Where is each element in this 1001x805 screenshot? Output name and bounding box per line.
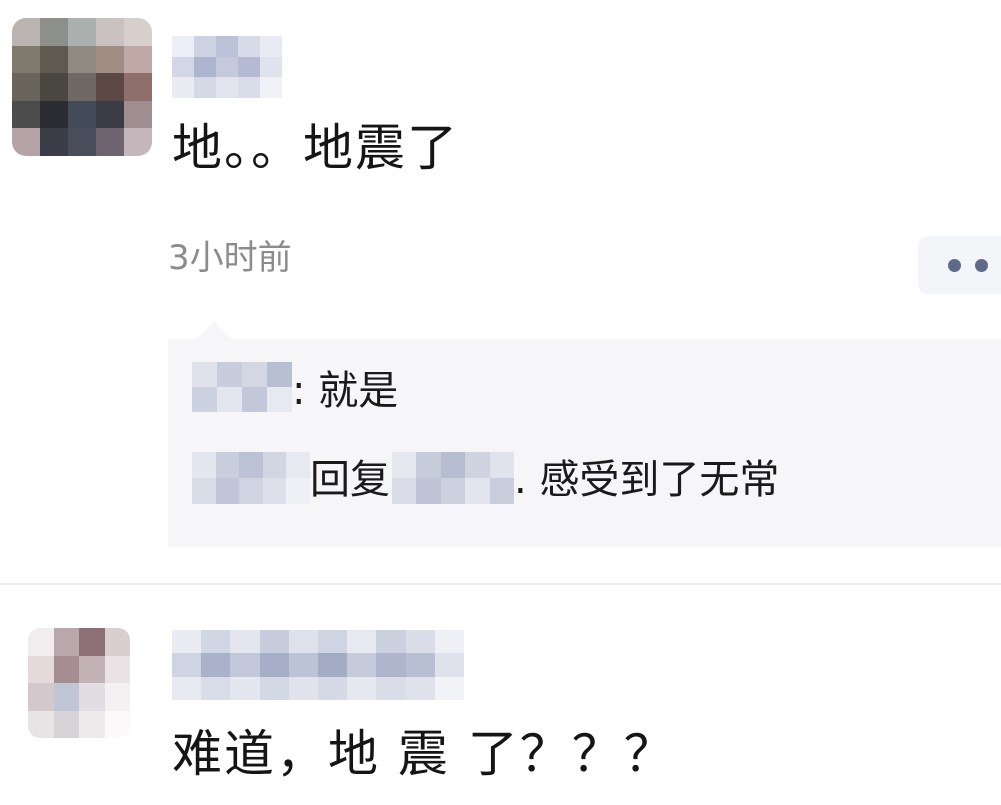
username-blurred[interactable] bbox=[172, 630, 464, 700]
more-dots-icon bbox=[975, 258, 988, 272]
reply-separator: . bbox=[514, 457, 527, 503]
reply-text: 就是 bbox=[318, 368, 399, 414]
reply-separator: : bbox=[292, 368, 306, 414]
timestamp: 3小时前 bbox=[168, 238, 292, 278]
reply-action: 回复 bbox=[310, 457, 390, 503]
reply-target-username-blurred[interactable] bbox=[392, 452, 514, 504]
avatar[interactable] bbox=[12, 18, 152, 156]
username-blurred[interactable] bbox=[172, 36, 282, 98]
comment-divider bbox=[0, 583, 1001, 585]
reply-box-pointer bbox=[196, 322, 232, 339]
reply-line-2: . 感受到了无常 bbox=[514, 455, 779, 505]
reply-username-blurred[interactable] bbox=[192, 452, 310, 504]
avatar[interactable] bbox=[28, 628, 130, 738]
comment-text: 难道，地 震 了？？？ bbox=[172, 725, 676, 783]
comment-feed: 地。。地震了 3小时前 : 就是 回复 . 感受到了无常 难道，地 震 了？？？ bbox=[0, 0, 1001, 805]
comment-text: 地。。地震了 bbox=[172, 119, 459, 177]
more-options-button[interactable] bbox=[918, 236, 1001, 294]
more-dots-icon bbox=[948, 258, 961, 272]
reply-username-blurred[interactable] bbox=[192, 362, 292, 412]
reply-text: 感受到了无常 bbox=[539, 457, 780, 503]
reply-line-1: : 就是 bbox=[292, 366, 398, 416]
